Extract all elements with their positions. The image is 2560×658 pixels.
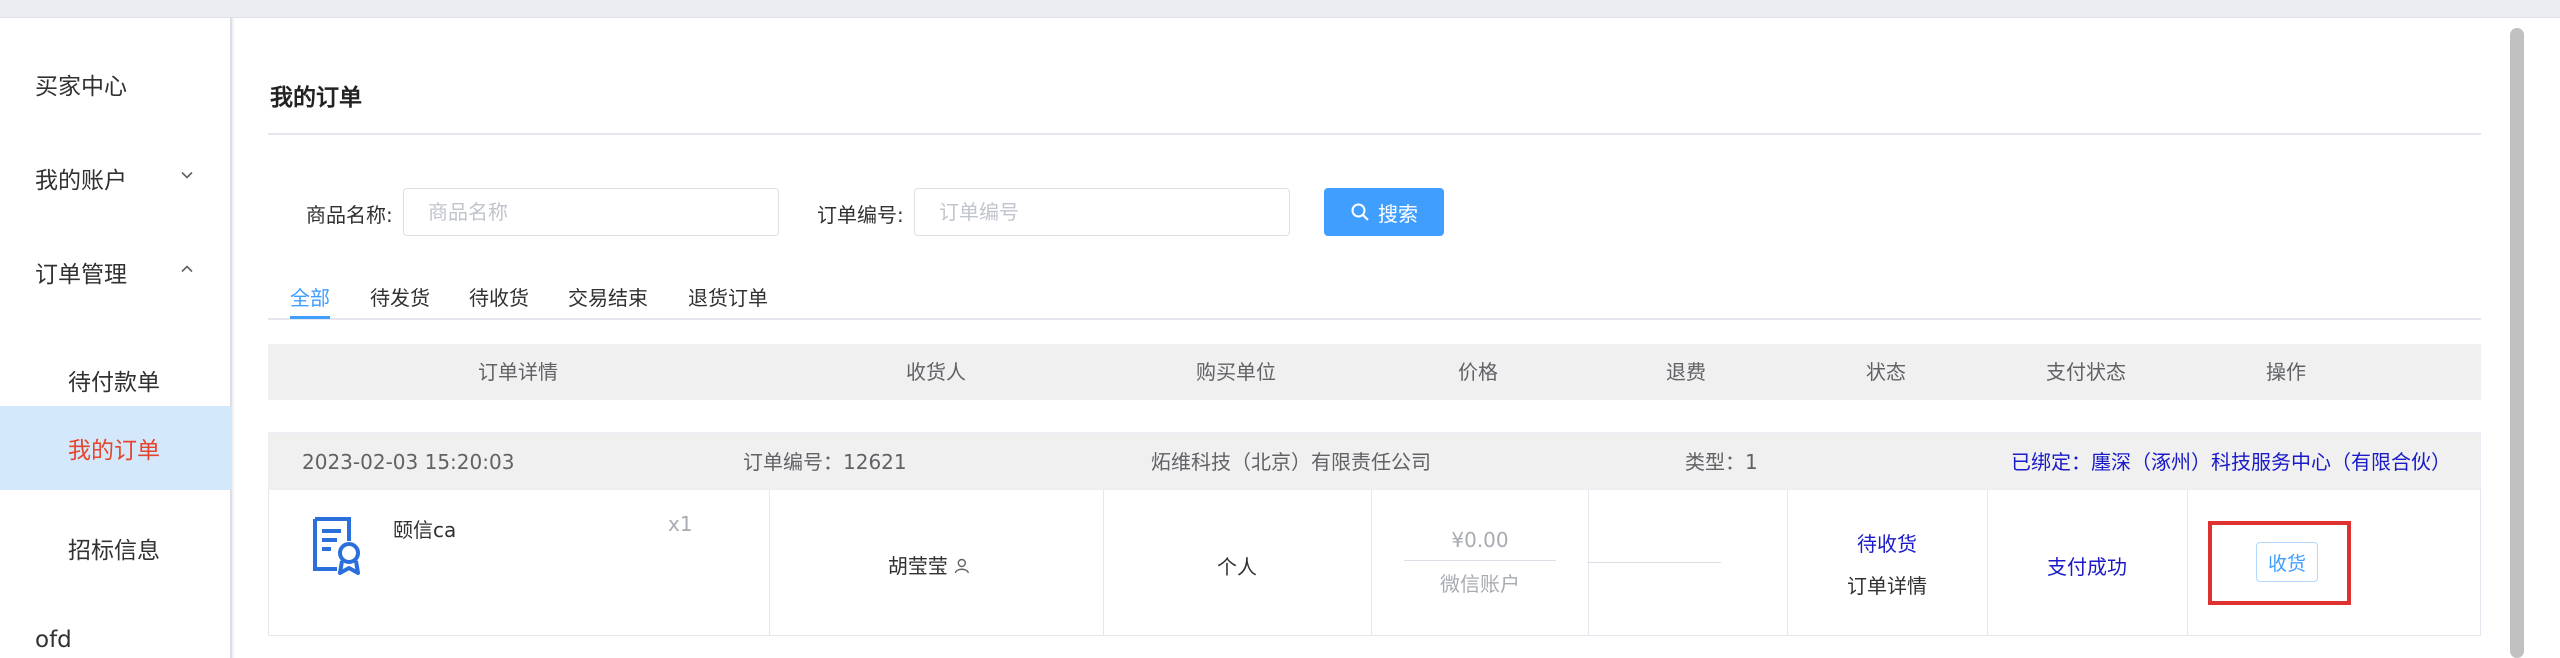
payment-method: 微信账户 <box>1440 572 1520 596</box>
sidebar-item-label: 买家中心 <box>35 74 127 100</box>
scrollbar-thumb[interactable] <box>2510 28 2524 658</box>
column-header: 价格 <box>1458 360 1498 384</box>
tab-pending-receipt[interactable]: 待收货 <box>469 282 529 311</box>
sidebar-item-label: 订单管理 <box>35 262 127 288</box>
search-button-label: 搜索 <box>1378 201 1418 226</box>
column-header: 操作 <box>2266 360 2306 384</box>
divider <box>268 133 2481 135</box>
sidebar-item-ofd[interactable]: ofd <box>0 598 232 658</box>
price-value: ¥0.00 <box>1451 528 1509 552</box>
sidebar-item-label: ofd <box>35 627 72 653</box>
cell-divider <box>1987 490 1988 636</box>
table-header: 订单详情 收货人 购买单位 价格 退费 状态 支付状态 操作 <box>268 344 2481 400</box>
search-icon <box>1351 203 1369 221</box>
sidebar-item-my-orders[interactable]: 我的订单 <box>0 406 232 490</box>
order-no-input[interactable] <box>914 188 1290 236</box>
tab-pending-shipment[interactable]: 待发货 <box>370 282 430 311</box>
tab-returns[interactable]: 退货订单 <box>688 282 768 311</box>
product-name-input[interactable] <box>403 188 779 236</box>
order-no-label: 订单编号: <box>817 203 904 227</box>
sidebar-item-order-management[interactable]: 订单管理 <box>0 230 232 314</box>
buyer-unit: 个人 <box>1217 555 1257 579</box>
product-name: 颐信ca <box>393 518 457 542</box>
order-company: 炻维科技（北京）有限责任公司 <box>1151 450 1431 474</box>
sidebar-item-label: 招标信息 <box>68 538 160 564</box>
payment-status: 支付成功 <box>2047 555 2127 579</box>
price-divider <box>1404 560 1556 561</box>
sidebar: 买家中心 我的账户 订单管理 待付款单 我的订单 招标信息 ofd <box>0 18 232 658</box>
product-name-label: 商品名称: <box>306 203 393 227</box>
cell-divider <box>769 490 770 636</box>
certificate-icon <box>313 517 360 575</box>
cell-divider <box>1371 490 1372 636</box>
tab-all[interactable]: 全部 <box>290 282 330 311</box>
order-status: 待收货 <box>1857 532 1917 556</box>
chevron-up-icon <box>181 265 193 273</box>
cell-divider <box>2187 490 2188 636</box>
sidebar-item-buyer-center[interactable]: 买家中心 <box>0 42 232 126</box>
search-button[interactable]: 搜索 <box>1324 188 1444 236</box>
order-detail-link[interactable]: 订单详情 <box>1847 570 1927 599</box>
sidebar-item-label: 我的账户 <box>35 168 127 194</box>
consignee-name: 胡莹莹 <box>888 550 970 579</box>
top-bar <box>0 0 2560 18</box>
cell-divider <box>1787 490 1788 636</box>
order-type: 类型：1 <box>1685 450 1758 474</box>
sidebar-item-label: 待付款单 <box>68 370 160 396</box>
sidebar-item-label: 我的订单 <box>68 438 160 464</box>
product-quantity: x1 <box>668 512 693 536</box>
order-datetime: 2023-02-03 15:20:03 <box>302 450 515 474</box>
column-header: 支付状态 <box>2046 360 2126 384</box>
order-bound-service[interactable]: 已绑定：廛深（涿州）科技服务中心（有限合伙） <box>2011 433 2451 491</box>
user-icon <box>954 558 970 574</box>
page-title: 我的订单 <box>270 85 362 111</box>
tab-completed[interactable]: 交易结束 <box>568 282 648 311</box>
chevron-down-icon <box>181 171 193 179</box>
order-number: 订单编号：12621 <box>743 450 907 474</box>
active-tab-indicator <box>290 316 330 319</box>
column-header: 购买单位 <box>1196 360 1276 384</box>
status-divider <box>1587 562 1721 563</box>
tabs-divider <box>268 318 2481 320</box>
column-header: 收货人 <box>906 360 966 384</box>
sidebar-item-my-account[interactable]: 我的账户 <box>0 136 232 220</box>
table-row: 颐信ca x1 胡莹莹 个人 ¥0.00 微信账户 待收货 订单详情 支付成功 <box>268 490 2481 636</box>
cell-divider <box>1588 490 1589 636</box>
cell-divider <box>1103 490 1104 636</box>
column-header: 状态 <box>1866 360 1906 384</box>
column-header: 订单详情 <box>478 360 558 384</box>
receive-goods-button[interactable]: 收货 <box>2256 542 2318 582</box>
column-header: 退费 <box>1666 360 1706 384</box>
order-header-row: 2023-02-03 15:20:03 订单编号：12621 炻维科技（北京）有… <box>268 432 2481 490</box>
sidebar-item-bidding-info[interactable]: 招标信息 <box>0 506 232 590</box>
